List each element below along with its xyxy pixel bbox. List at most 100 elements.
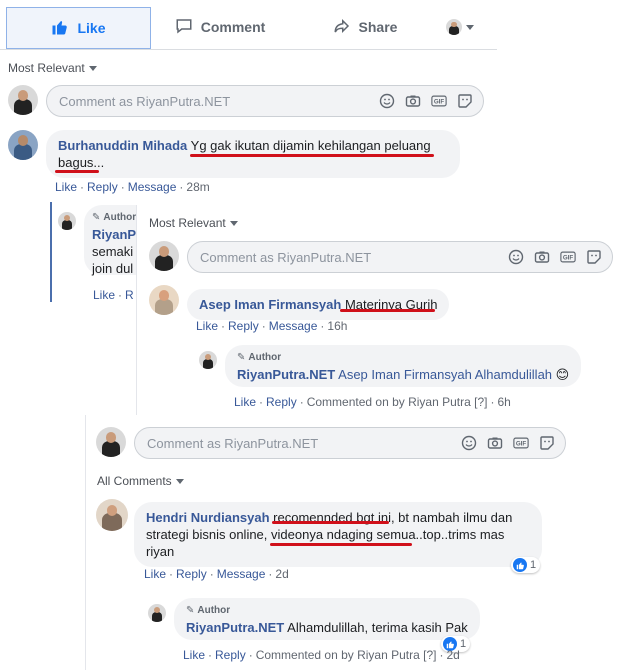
commented-on-text: Commented on by Riyan Putra [255, 648, 420, 662]
emoji-icon[interactable] [461, 435, 477, 451]
comment-input[interactable]: Comment as RiyanPutra.NET GIF [134, 427, 566, 459]
comment-time[interactable]: 28m [186, 180, 209, 194]
reply-bubble: ✎ Author RiyanPutra.NET Asep Iman Firmans… [225, 345, 582, 387]
emoji-icon[interactable] [508, 249, 524, 265]
sort-dropdown[interactable]: Most Relevant [149, 216, 238, 230]
reply-actions: Like · R [93, 288, 134, 302]
message-link[interactable]: Message [128, 180, 177, 194]
gif-icon[interactable]: GIF [431, 93, 447, 109]
reply-author[interactable]: RiyanPutra.NET [186, 620, 284, 635]
commenter-avatar[interactable] [8, 130, 38, 160]
help-link[interactable]: [?] [474, 395, 487, 409]
chevron-down-icon [466, 24, 474, 30]
reply-time[interactable]: 6h [497, 395, 510, 409]
reply-link[interactable]: Reply [87, 180, 118, 194]
reply-link[interactable]: R [125, 288, 134, 302]
avatar [446, 19, 462, 35]
avatar [149, 241, 179, 271]
like-link[interactable]: Like [234, 395, 256, 409]
reply-time[interactable]: 2d [446, 648, 459, 662]
reply-link[interactable]: Reply [176, 567, 207, 581]
sort-dropdown[interactable]: All Comments [97, 474, 184, 488]
comment-actions: Like · Reply · Message · 2d [144, 567, 289, 581]
comment-time[interactable]: 16h [327, 319, 347, 333]
comment-input[interactable]: Comment as RiyanPutra.NET GIF [46, 85, 484, 117]
camera-icon[interactable] [405, 93, 421, 109]
action-bar: Like Comment Share [0, 5, 497, 50]
like-link[interactable]: Like [196, 319, 218, 333]
reply-bubble: ✎ Author RiyanPutra.NET Alhamdulillah, te… [174, 598, 480, 640]
sort-label: Most Relevant [149, 216, 226, 230]
comment-author[interactable]: Asep Iman Firmansyah [199, 297, 341, 312]
sort-dropdown[interactable]: Most Relevant [8, 61, 97, 75]
reaction-count[interactable]: 1 [511, 557, 541, 573]
emoji-icon[interactable] [379, 93, 395, 109]
pencil-icon: ✎ [92, 212, 101, 223]
comment-panel-middle: Most Relevant Comment as RiyanPutra.NET … [136, 205, 632, 415]
caret-down-icon [88, 65, 97, 71]
like-link[interactable]: Like [55, 180, 77, 194]
comment-text: strategi bisnis online, videonya ndaging… [146, 527, 505, 542]
message-link[interactable]: Message [269, 319, 318, 333]
comment-label: Comment [200, 19, 266, 35]
comment-actions: Like · Reply · Message · 28m [55, 180, 210, 194]
comment-input[interactable]: Comment as RiyanPutra.NET GIF [187, 241, 613, 273]
caret-down-icon [229, 220, 238, 226]
author-badge: ✎ Author [186, 602, 468, 619]
reply-actions: Like · Reply · Commented on by Riyan Putra [… [183, 648, 460, 662]
camera-icon[interactable] [534, 249, 550, 265]
like-link[interactable]: Like [144, 567, 166, 581]
message-link[interactable]: Message [217, 567, 266, 581]
mention-link[interactable]: Asep Iman Firmansyah Alhamdulillah [338, 367, 552, 382]
comment-author[interactable]: Hendri Nurdiansyah [146, 510, 270, 525]
reply-link[interactable]: Reply [228, 319, 259, 333]
red-underline [270, 543, 412, 546]
thumbs-up-icon [51, 18, 69, 39]
help-link[interactable]: [?] [423, 648, 436, 662]
avatar [96, 427, 126, 457]
commented-on-text: Commented on by Riyan Putra [306, 395, 471, 409]
share-button[interactable]: Share [320, 7, 410, 47]
sticker-icon[interactable] [586, 249, 602, 265]
pencil-icon: ✎ [186, 605, 195, 616]
svg-text:GIF: GIF [434, 99, 445, 106]
sticker-icon[interactable] [457, 93, 473, 109]
caret-down-icon [175, 478, 184, 484]
reaction-number: 1 [530, 559, 537, 571]
comment-bubble: Asep Iman Firmansyah Materinya Gurih [187, 289, 450, 320]
red-underline [340, 309, 435, 312]
camera-icon[interactable] [487, 435, 503, 451]
reply-actions: Like · Reply · Commented on by Riyan Putra [… [234, 395, 511, 409]
comment-author[interactable]: Burhanuddin Mihada [58, 138, 187, 153]
reply-link[interactable]: Reply [266, 395, 297, 409]
page-avatar-selector[interactable] [446, 19, 474, 35]
speech-bubble-icon [175, 17, 193, 38]
reply-thread-line [50, 202, 52, 302]
gif-icon[interactable]: GIF [513, 435, 529, 451]
comment-placeholder: Comment as RiyanPutra.NET [59, 93, 231, 109]
like-link[interactable]: Like [93, 288, 115, 302]
reply-text: Alhamdulillah, terima kasih Pak [287, 620, 468, 635]
red-underline [55, 170, 99, 173]
like-link[interactable]: Like [183, 648, 205, 662]
avatar [58, 212, 76, 230]
share-arrow-icon [333, 17, 351, 38]
gif-icon[interactable]: GIF [560, 249, 576, 265]
svg-text:GIF: GIF [563, 255, 574, 262]
comment-time[interactable]: 2d [275, 567, 288, 581]
comment-actions: Like · Reply · Message · 16h [196, 319, 348, 333]
reply-link[interactable]: Reply [215, 648, 246, 662]
like-button[interactable]: Like [6, 7, 151, 49]
commenter-avatar[interactable] [96, 499, 128, 531]
comment-bubble: Hendri Nurdiansyah recomennded bgt ini, … [134, 502, 542, 567]
comment-button[interactable]: Comment [165, 7, 275, 47]
sort-label: Most Relevant [8, 61, 85, 75]
avatar [148, 604, 166, 622]
reaction-number: 1 [460, 638, 467, 650]
comment-panel-bottom: Comment as RiyanPutra.NET GIF All Commen… [85, 415, 636, 670]
sticker-icon[interactable] [539, 435, 555, 451]
author-badge: ✎ Author [237, 349, 569, 366]
avatar [8, 85, 38, 115]
commenter-avatar[interactable] [149, 285, 179, 315]
reply-author[interactable]: RiyanPutra.NET [237, 367, 335, 382]
